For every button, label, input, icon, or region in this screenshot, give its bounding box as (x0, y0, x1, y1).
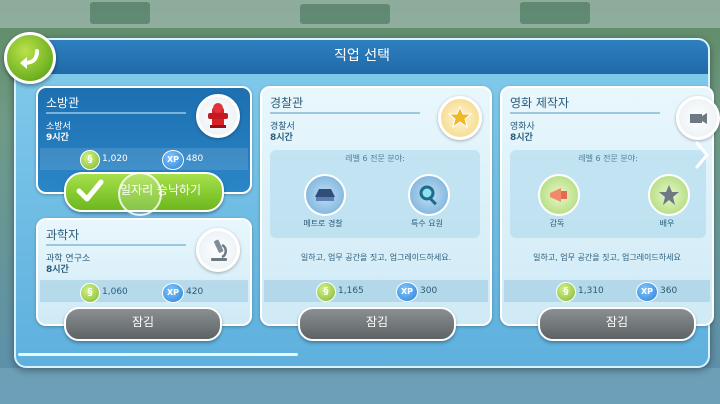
job-title: 영화 제작자 (510, 96, 570, 110)
metro-police-icon (304, 174, 346, 216)
coin-reward: 1,310 (578, 286, 604, 296)
xp-icon: XP (636, 282, 658, 302)
job-card-film-producer[interactable]: 영화 제작자 영화사 8시간 레벨 6 전문 분야: 감독 배우 일하고, 업무… (500, 86, 720, 326)
job-hours: 8시간 (46, 265, 69, 275)
divider (46, 112, 186, 114)
xp-reward: 420 (186, 287, 204, 297)
bg-building (520, 2, 590, 24)
bg-building (90, 2, 150, 24)
xp-reward: 360 (660, 286, 678, 296)
job-title: 과학자 (46, 228, 80, 242)
simoleon-coin-icon: § (316, 282, 336, 302)
xp-icon: XP (162, 283, 184, 303)
job-hours: 9시간 (46, 133, 69, 143)
reward-strip (40, 148, 248, 170)
coin-reward: 1,020 (102, 154, 128, 164)
specialty-box: 레벨 6 전문 분야: 메트로 경찰 특수 요원 (270, 150, 480, 238)
specialty-label: 감독 (549, 219, 565, 228)
xp-reward: 480 (186, 154, 204, 164)
locked-button[interactable]: 잠김 (298, 307, 456, 341)
xp-reward: 300 (420, 286, 438, 296)
locked-button[interactable]: 잠김 (538, 307, 696, 341)
reward-strip (504, 280, 710, 302)
specialty-box: 레벨 6 전문 분야: 감독 배우 (510, 150, 706, 238)
job-title: 경찰관 (270, 96, 304, 110)
divider (46, 244, 186, 246)
specialty-label: 메트로 경찰 (303, 219, 343, 228)
specialty-label: 특수 요원 (411, 219, 443, 228)
specialty-title: 레벨 6 전문 분야: (345, 154, 405, 163)
touch-indicator (118, 172, 162, 216)
simoleon-coin-icon: § (80, 150, 100, 170)
job-title: 소방관 (46, 96, 80, 110)
scroll-right-icon[interactable] (694, 140, 710, 170)
special-agent-icon (408, 174, 450, 216)
fire-hydrant-icon (196, 94, 240, 138)
xp-icon: XP (162, 150, 184, 170)
police-badge-icon (438, 96, 482, 140)
xp-icon: XP (396, 282, 418, 302)
locked-button[interactable]: 잠김 (64, 307, 222, 341)
panel-title: 직업 선택 (16, 40, 708, 74)
simoleon-coin-icon: § (556, 282, 576, 302)
specialty-label: 배우 (659, 219, 675, 228)
star-icon (648, 174, 690, 216)
megaphone-icon (538, 174, 580, 216)
job-hours: 8시간 (270, 133, 293, 143)
divider (270, 112, 420, 114)
back-arrow-icon (20, 49, 39, 69)
film-camera-icon (676, 96, 720, 140)
coin-reward: 1,165 (338, 286, 364, 296)
coin-reward: 1,060 (102, 287, 128, 297)
reward-strip (40, 280, 248, 302)
job-card-police[interactable]: 경찰관 경찰서 8시간 레벨 6 전문 분야: 메트로 경찰 특수 요원 일하고… (260, 86, 492, 326)
divider (510, 112, 660, 114)
back-button[interactable] (4, 32, 56, 84)
simoleon-coin-icon: § (80, 283, 100, 303)
job-hours: 8시간 (510, 133, 533, 143)
bg-ground (0, 368, 720, 404)
specialty-title: 레벨 6 전문 분야: (578, 154, 638, 163)
horizontal-scrollbar[interactable] (18, 353, 298, 356)
checkmark-icon (76, 179, 104, 202)
reward-strip (264, 280, 488, 302)
bg-building (300, 4, 390, 24)
specialty-hint: 일하고, 업무 공간을 짓고, 업그레이드하세요 (533, 253, 681, 262)
specialty-hint: 일하고, 업무 공간을 짓고, 업그레이드하세요. (300, 253, 452, 262)
microscope-icon (196, 228, 240, 272)
